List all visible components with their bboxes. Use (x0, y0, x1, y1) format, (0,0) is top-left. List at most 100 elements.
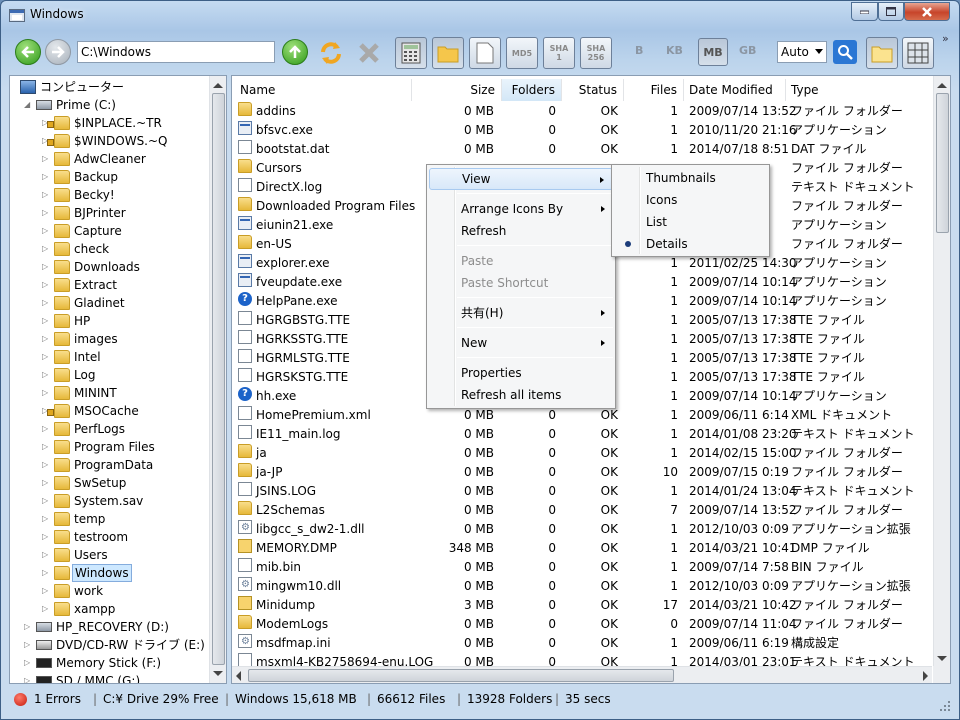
column-header-status[interactable]: Status (562, 79, 624, 101)
tree-expand-icon[interactable]: ▷ (42, 564, 51, 582)
table-row[interactable]: bfsvc.exe 0 MB 0 OK 1 2010/11/20 21:16 アプリケーショ… (232, 121, 932, 140)
tree-expand-icon[interactable]: ▷ (42, 474, 51, 492)
menu-item-refresh[interactable]: Refresh (429, 220, 613, 242)
close-button[interactable] (904, 2, 950, 21)
tree-expand-icon[interactable]: ▷ (42, 294, 51, 312)
more-button[interactable]: » (942, 32, 949, 45)
sha256-button[interactable]: SHA 256 (580, 37, 612, 69)
tree-expand-icon[interactable]: ▷ (42, 348, 51, 366)
scroll-right-icon[interactable] (923, 671, 928, 681)
table-row[interactable]: JSINS.LOG 0 MB 0 OK 1 2014/01/24 13:04 テキスト ドキ… (232, 482, 932, 501)
up-folder-button[interactable] (282, 39, 308, 65)
tree-expand-icon[interactable]: ▷ (42, 276, 51, 294)
tree-expand-icon[interactable]: ▷ (42, 384, 51, 402)
tree-expand-icon[interactable]: ▷ (42, 420, 51, 438)
tree-expand-icon[interactable]: ▷ (42, 492, 51, 510)
scroll-down-icon[interactable] (213, 671, 223, 676)
table-row[interactable]: Minidump 3 MB 0 OK 17 2014/03/21 10:42 ファイル フォ… (232, 596, 932, 615)
unit-mb-button[interactable]: MB (698, 38, 728, 66)
folders-toggle-button[interactable] (432, 37, 464, 69)
forward-button[interactable] (45, 39, 71, 65)
md5-button[interactable]: MD5 (506, 37, 538, 69)
tree-collapse-icon[interactable]: ◢ (24, 96, 33, 114)
tree-expand-icon[interactable]: ▷ (42, 240, 51, 258)
scroll-left-icon[interactable] (236, 671, 241, 681)
stop-button[interactable] (353, 37, 385, 69)
list-hscrollbar[interactable] (232, 666, 932, 683)
tree-expand-icon[interactable]: ▷ (42, 438, 51, 456)
tree-expand-icon[interactable]: ▷ (42, 366, 51, 384)
search-button[interactable] (833, 40, 857, 64)
submenu-item-icons[interactable]: Icons (614, 189, 767, 211)
scroll-up-icon[interactable] (213, 83, 223, 88)
table-row[interactable]: ja-JP 0 MB 0 OK 10 2009/07/15 0:19 ファイル フォルダー (232, 463, 932, 482)
unit-b-button[interactable]: B (635, 44, 643, 57)
back-button[interactable] (15, 39, 41, 65)
unit-gb-button[interactable]: GB (739, 44, 756, 57)
tree-expand-icon[interactable]: ▷ (42, 168, 51, 186)
tree-expand-icon[interactable]: ▷ (42, 510, 51, 528)
tree-expand-icon[interactable]: ▷ (24, 654, 33, 672)
minimize-button[interactable] (851, 2, 878, 21)
table-row[interactable]: ja 0 MB 0 OK 1 2014/02/15 15:00 ファイル フォルダー (232, 444, 932, 463)
tree-scroll-thumb[interactable] (212, 93, 225, 665)
table-row[interactable]: bootstat.dat 0 MB 0 OK 1 2014/07/18 8:51 DAT フ… (232, 140, 932, 159)
submenu-item-details[interactable]: Details (614, 233, 767, 255)
status-errors[interactable]: 1 Errors (34, 688, 81, 710)
menu-item-refresh-all[interactable]: Refresh all items (429, 384, 613, 406)
table-row[interactable]: msdfmap.ini 0 MB 0 OK 1 2009/06/11 6:19構成設定 (232, 632, 932, 653)
tree-expand-icon[interactable]: ▷ (42, 456, 51, 474)
tree-expand-icon[interactable]: ▷ (24, 618, 33, 636)
tree-expand-icon[interactable]: ▷ (24, 636, 33, 654)
table-row[interactable]: addins 0 MB 0 OK 1 2009/07/14 13:52 ファイル フォルダー (232, 102, 932, 121)
tree-scrollbar[interactable] (209, 76, 226, 683)
menu-item-arrange-icons[interactable]: Arrange Icons By (429, 198, 613, 220)
address-field[interactable]: C:\Windows (77, 41, 275, 63)
tree-expand-icon[interactable]: ▷ (42, 204, 51, 222)
table-row[interactable]: MEMORY.DMP 348 MB 0 OK 1 2014/03/21 10:41 DMP … (232, 539, 932, 558)
column-header-size[interactable]: Size (412, 79, 502, 101)
table-row[interactable]: libgcc_s_dw2-1.dll 0 MB 0 OK 1 2012/10/03 0:0… (232, 518, 932, 539)
scroll-down-icon[interactable] (937, 656, 947, 661)
grid-view-button[interactable] (902, 37, 934, 69)
tree-expand-icon[interactable]: ▷ (42, 150, 51, 168)
resize-grip-icon[interactable] (939, 700, 951, 712)
column-header-type[interactable]: Type (786, 79, 932, 101)
tree-expand-icon[interactable]: ▷ (24, 672, 33, 683)
unit-kb-button[interactable]: KB (666, 44, 683, 57)
list-hscroll-thumb[interactable] (248, 669, 674, 682)
column-header-folders[interactable]: Folders (502, 79, 562, 101)
sha1-button[interactable]: SHA 1 (543, 37, 575, 69)
folder-view-button[interactable] (866, 37, 898, 69)
tree-expand-icon[interactable]: ▷ (42, 600, 51, 618)
tree-expand-icon[interactable]: ▷ (42, 258, 51, 276)
tree-expand-icon[interactable]: ▷ (42, 186, 51, 204)
tree-expand-icon[interactable]: ▷ (42, 312, 51, 330)
menu-item-new[interactable]: New (429, 332, 613, 354)
scroll-up-icon[interactable] (937, 83, 947, 88)
folder-tree[interactable]: コンピューター ◢ Prime (C:) ▷ $INPLACE.~TR ▷ $WINDOWS… (9, 75, 227, 684)
table-row[interactable]: mingwm10.dll 0 MB 0 OK 1 2012/10/03 0:09アプリケー… (232, 575, 932, 596)
menu-item-properties[interactable]: Properties (429, 362, 613, 384)
menu-item-share[interactable]: 共有(H) (429, 302, 613, 324)
table-row[interactable]: ModemLogs 0 MB 0 OK 0 2009/07/14 11:04 ファイル フォ… (232, 615, 932, 634)
column-header-files[interactable]: Files (624, 79, 684, 101)
tree-expand-icon[interactable]: ▷ (42, 330, 51, 348)
calculator-button[interactable] (395, 37, 427, 69)
submenu-item-thumbnails[interactable]: Thumbnails (614, 167, 767, 189)
refresh-button[interactable] (315, 37, 347, 69)
maximize-button[interactable] (878, 2, 904, 21)
table-row[interactable]: L2Schemas 0 MB 0 OK 7 2009/07/14 13:52 ファイル フォ… (232, 501, 932, 520)
table-row[interactable]: mib.bin 0 MB 0 OK 1 2009/07/14 7:58 BIN ファイル (232, 558, 932, 577)
column-header-name[interactable]: Name (232, 79, 412, 101)
list-vscrollbar[interactable] (933, 76, 950, 668)
submenu-item-list[interactable]: List (614, 211, 767, 233)
tree-expand-icon[interactable]: ▷ (42, 528, 51, 546)
tree-expand-icon[interactable]: ▷ (42, 546, 51, 564)
tree-expand-icon[interactable]: ▷ (42, 222, 51, 240)
menu-item-view[interactable]: View (429, 168, 613, 190)
files-toggle-button[interactable] (469, 37, 501, 69)
table-row[interactable]: IE11_main.log 0 MB 0 OK 1 2014/01/08 23:20 テキス… (232, 425, 932, 444)
tree-expand-icon[interactable]: ▷ (42, 582, 51, 600)
list-scroll-thumb[interactable] (936, 93, 949, 233)
